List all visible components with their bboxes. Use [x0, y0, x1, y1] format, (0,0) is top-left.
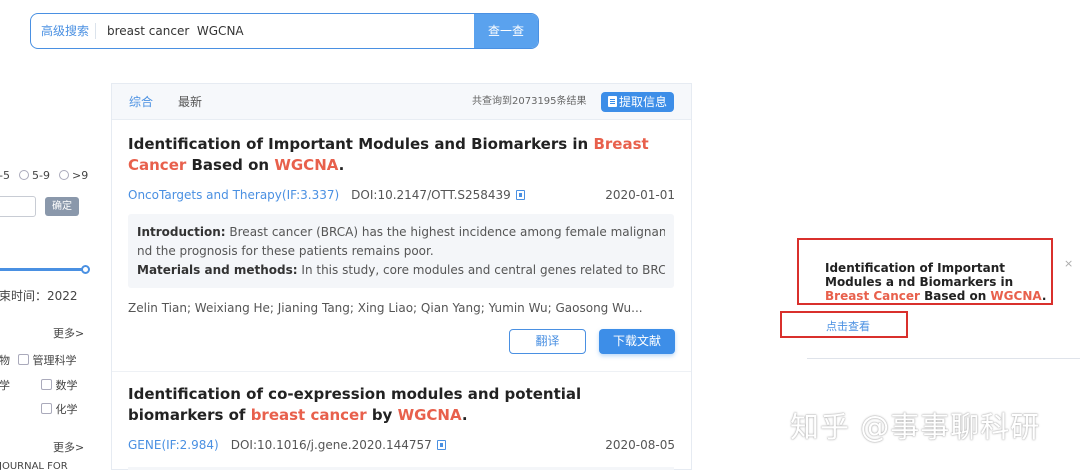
annotation-box-title — [797, 238, 1053, 305]
checkbox-icon — [18, 354, 29, 365]
publish-date: 2020-08-05 — [605, 438, 675, 452]
tab-comprehensive[interactable]: 综合 — [129, 84, 153, 120]
article-divider — [112, 371, 691, 372]
result-count: 共查询到2073195条结果 — [472, 96, 587, 107]
intro-label: Introduction: — [137, 225, 226, 239]
search-divider — [95, 23, 96, 39]
article-authors: Zelin Tian; Weixiang He; Jianing Tang; X… — [128, 301, 643, 315]
methods-text: In this study, core modules and central … — [301, 263, 665, 277]
translate-button[interactable]: 翻译 — [509, 329, 586, 354]
methods-label: Materials and methods: — [137, 263, 298, 277]
search-bar: 高级搜索 查一查 — [30, 13, 539, 49]
journal-link[interactable]: GENE(IF:2.984) — [128, 438, 219, 452]
article-title-link[interactable]: Identification of co-expression modules … — [128, 384, 673, 426]
tab-latest[interactable]: 最新 — [178, 84, 202, 120]
subject-option-management[interactable]: 管理科学 — [18, 352, 77, 368]
copy-icon[interactable] — [436, 440, 446, 450]
more-journals-link[interactable]: 更多> — [53, 439, 84, 455]
if-range-option-2[interactable]: 5-9 — [19, 169, 50, 182]
if-custom-input[interactable] — [0, 196, 36, 217]
more-subjects-link[interactable]: 更多> — [53, 325, 84, 341]
radio-icon — [59, 170, 69, 180]
if-range-option-3[interactable]: >9 — [59, 169, 88, 182]
publish-date: 2020-01-01 — [605, 188, 675, 202]
copy-icon[interactable] — [515, 190, 525, 200]
year-slider-handle[interactable] — [81, 265, 90, 274]
journal-option[interactable]: JOURNAL FOR — [0, 461, 68, 470]
intro-text-continued: nd the prognosis for these patients rema… — [137, 244, 434, 258]
subject-option[interactable]: 学 — [0, 377, 10, 393]
subject-option[interactable]: 物 — [0, 352, 10, 368]
confirm-button[interactable]: 确定 — [45, 197, 79, 216]
advanced-search-link[interactable]: 高级搜索 — [31, 14, 95, 48]
close-icon[interactable]: × — [1064, 257, 1073, 270]
end-time-label: 束时间：2022 — [0, 289, 78, 303]
watermark: 知乎 @事事聊科研 — [790, 410, 1041, 444]
checkbox-icon — [41, 379, 52, 390]
if-range-option-1[interactable]: -5 — [0, 169, 10, 182]
doi-text: DOI:10.2147/OTT.S258439 — [351, 188, 511, 202]
journal-link[interactable]: OncoTargets and Therapy(IF:3.337) — [128, 188, 339, 202]
extract-info-button[interactable]: 提取信息 — [601, 92, 674, 112]
article-meta: GENE(IF:2.984) DOI:10.1016/j.gene.2020.14… — [128, 438, 446, 452]
annotation-box-link — [780, 311, 908, 338]
article-title-link[interactable]: Identification of Important Modules and … — [128, 134, 673, 176]
document-icon — [607, 96, 617, 107]
checkbox-icon — [41, 403, 52, 414]
doi-text: DOI:10.1016/j.gene.2020.144757 — [230, 438, 432, 452]
results-tab-bar: 综合 最新 共查询到2073195条结果 提取信息 — [112, 84, 691, 120]
intro-text: Breast cancer (BRCA) has the highest inc… — [225, 225, 665, 239]
subject-option-math[interactable]: 数学 — [41, 377, 78, 393]
article-abstract: Introduction: Breast cancer (BRCA) has t… — [128, 214, 674, 288]
year-slider-track[interactable] — [0, 268, 85, 271]
filter-sidebar: -5 5-9 >9 确定 束时间：2022 更多> 物 管理科学 学 数学 化学… — [0, 80, 100, 470]
radio-icon — [19, 170, 29, 180]
download-button[interactable]: 下载文献 — [599, 329, 675, 354]
results-panel: 综合 最新 共查询到2073195条结果 提取信息 Identification… — [111, 83, 692, 470]
search-input[interactable] — [107, 14, 467, 48]
article-meta: OncoTargets and Therapy(IF:3.337) DOI:10.… — [128, 188, 525, 202]
search-button[interactable]: 查一查 — [474, 14, 538, 48]
subject-option-chemistry[interactable]: 化学 — [41, 401, 78, 417]
